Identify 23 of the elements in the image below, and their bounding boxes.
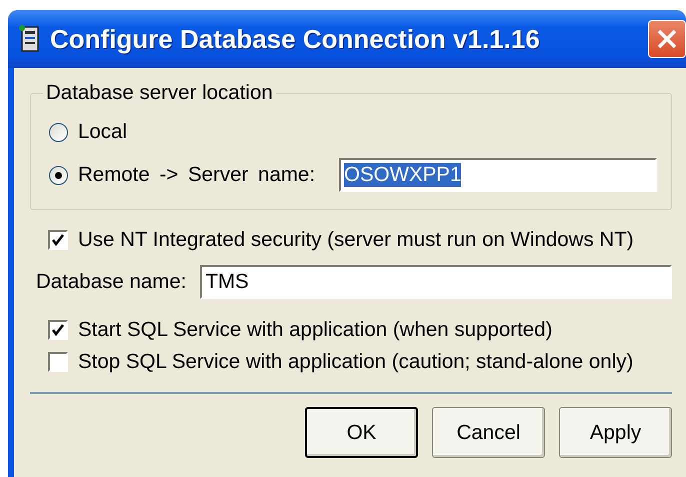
close-icon xyxy=(656,28,678,50)
server-name-field[interactable]: OSOWXPP1 xyxy=(339,158,657,192)
field-label: Database name: xyxy=(36,270,186,294)
server-icon xyxy=(18,25,42,53)
radio-label: Remote -> Server name: xyxy=(78,163,316,187)
field-value: TMS xyxy=(205,270,249,294)
window-title: Configure Database Connection v1.1.16 xyxy=(50,24,541,54)
checkbox[interactable] xyxy=(48,352,68,372)
radio-button[interactable] xyxy=(49,166,68,184)
checkbox[interactable] xyxy=(48,320,68,340)
dialog-button[interactable]: Cancel xyxy=(432,407,545,458)
checkbox[interactable] xyxy=(48,230,68,250)
checkbox-label: Start SQL Service with application (when supported) xyxy=(78,318,552,342)
close-button[interactable] xyxy=(648,20,686,58)
group-title: Database server location xyxy=(45,81,274,105)
checkbox-label: Stop SQL Service with application (caution; stand-alone only) xyxy=(78,350,634,374)
dialog-button[interactable]: Apply xyxy=(559,407,672,458)
radio-button[interactable] xyxy=(49,122,68,142)
dialog-button[interactable]: OK xyxy=(305,407,418,458)
radio-label: Local xyxy=(78,120,128,144)
checkbox-label: Use NT Integrated security (server must run on Windows NT) xyxy=(78,228,634,252)
database-name-field[interactable]: TMS xyxy=(200,265,672,299)
field-value: OSOWXPP1 xyxy=(344,163,462,187)
